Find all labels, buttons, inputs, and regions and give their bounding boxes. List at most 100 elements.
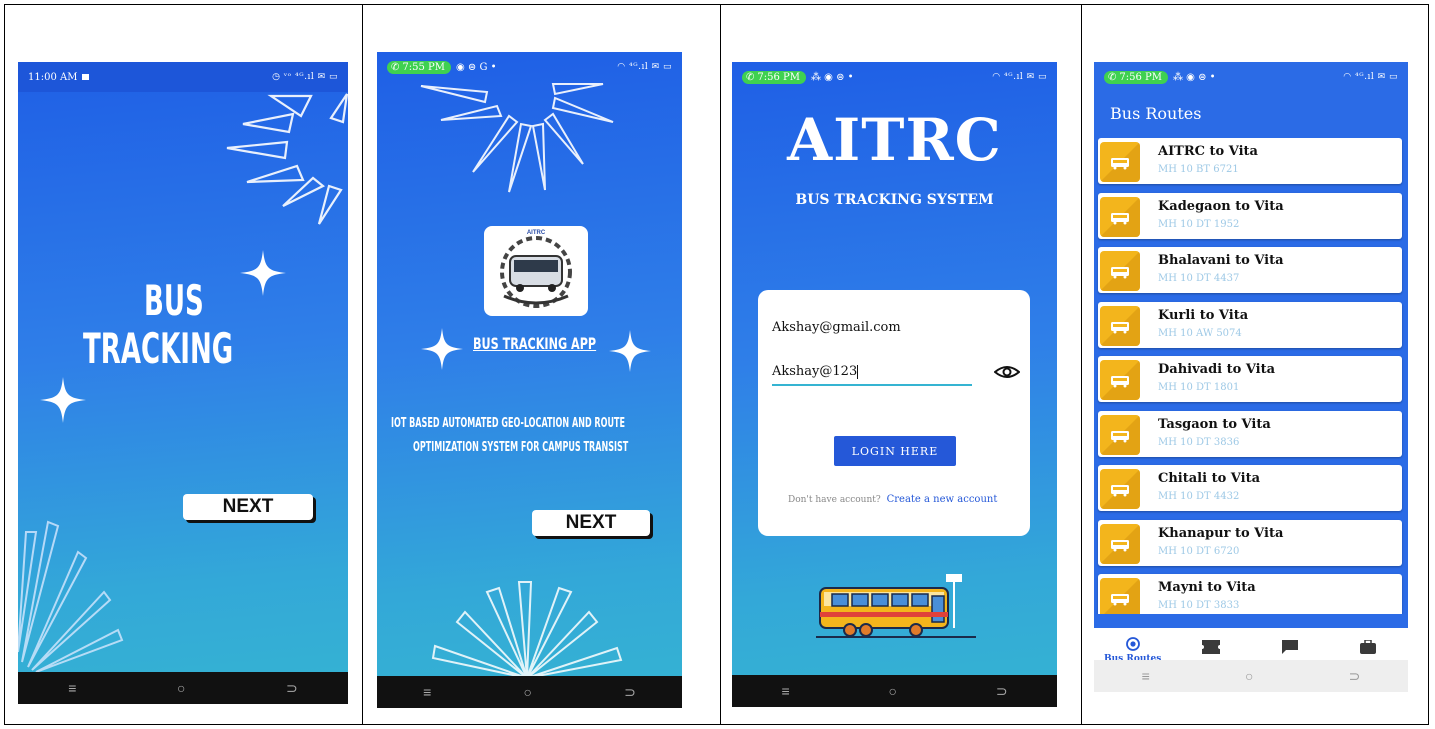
route-name: Kadegaon to Vita [1158, 198, 1284, 214]
status-icons: ◷ ᵛᵒ ⁴ᴳ.ıl ✉ ▭ [272, 72, 338, 82]
bus-icon [1100, 196, 1140, 237]
bus-icon [1100, 360, 1140, 400]
back-button[interactable]: ⊃ [624, 684, 636, 701]
status-icons: ◠ ⁴ᴳ.ıl ✉ ▭ [617, 62, 672, 72]
home-button[interactable]: ○ [1245, 668, 1253, 684]
password-value: Akshay@123 [772, 364, 858, 379]
route-card[interactable]: Bhalavani to Vita MH 10 DT 4437 [1098, 247, 1402, 293]
login-button[interactable]: LOGIN HERE [834, 436, 956, 466]
ticket-icon [1202, 640, 1220, 654]
sunburst-decoration [226, 93, 348, 225]
route-plate: MH 10 AW 5074 [1158, 327, 1242, 339]
splash-screen-1: 11:00 AM ◷ ᵛᵒ ⁴ᴳ.ıl ✉ ▭ BUS TRACKING NEX… [18, 62, 348, 704]
route-plate: MH 10 DT 3833 [1158, 600, 1240, 611]
no-account-text: Don't have account? Create a new account [788, 494, 997, 505]
routes-list: AITRC to Vita MH 10 BT 6721 Kadegaon to Vi… [1094, 138, 1408, 614]
app-title: BUS TRACKING APP [473, 334, 597, 353]
app-bar: Bus Routes [1094, 92, 1408, 134]
status-icons: ◠ ⁴ᴳ.ıl ✉ ▭ [1343, 72, 1398, 82]
route-card[interactable]: AITRC to Vita MH 10 BT 6721 [1098, 138, 1402, 184]
password-field[interactable]: Akshay@123 [772, 364, 972, 386]
route-name: Bhalavani to Vita [1158, 253, 1284, 268]
sunburst-decoration [420, 83, 614, 193]
email-field[interactable]: Akshay@gmail.com [772, 320, 901, 335]
bus-icon [1100, 142, 1140, 182]
text-cursor [857, 364, 859, 379]
route-card[interactable]: Chitali to Vita MH 10 DT 4432 [1098, 465, 1402, 511]
status-icons: ◠ ⁴ᴳ.ıl ✉ ▭ [992, 72, 1047, 82]
bus-icon [1100, 414, 1140, 455]
app-description-line2: OPTIMIZATION SYSTEM FOR CAMPUS TRANSIST [413, 440, 629, 455]
sparkle-icon [240, 250, 286, 296]
status-time: 7:56 PM [757, 71, 800, 83]
route-plate: MH 10 BT 6721 [1158, 164, 1239, 175]
status-time: 7:55 PM [402, 61, 445, 73]
bus-icon [1100, 305, 1140, 346]
home-button[interactable]: ○ [177, 680, 185, 696]
tab-messages[interactable] [1282, 640, 1298, 659]
status-bar: ✆ 7:56 PM ⁂ ◉ ⊜ • ◠ ⁴ᴳ.ıl ✉ ▭ [1094, 62, 1408, 92]
splash-screen-2: ✆ 7:55 PM ◉ ⊜ G • ◠ ⁴ᴳ.ıl ✉ ▭ AITRC BUS … [377, 52, 682, 708]
app-description-line1: IOT BASED AUTOMATED GEO-LOCATION AND ROU… [391, 416, 626, 431]
route-card[interactable]: Khanapur to Vita MH 10 DT 6720 [1098, 519, 1402, 566]
route-name: Dahivadi to Vita [1158, 362, 1276, 377]
route-name: Khanapur to Vita [1158, 525, 1284, 541]
home-button[interactable]: ○ [523, 684, 531, 700]
bus-routes-screen: ✆ 7:56 PM ⁂ ◉ ⊜ • ◠ ⁴ᴳ.ıl ✉ ▭ Bus Routes … [1094, 62, 1408, 692]
recents-button[interactable]: ≡ [1142, 668, 1150, 684]
app-name-title: AITRC [787, 106, 1002, 174]
route-card[interactable]: Tasgaon to Vita MH 10 DT 3836 [1098, 410, 1402, 457]
system-nav-bar: ≡ ○ ⊃ [1094, 660, 1408, 692]
call-indicator: ✆ 7:56 PM [742, 70, 806, 84]
route-plate: MH 10 DT 1952 [1158, 218, 1240, 230]
route-plate: MH 10 DT 4432 [1158, 491, 1240, 502]
system-nav-bar: ≡ ○ ⊃ [18, 672, 348, 704]
recents-button[interactable]: ≡ [781, 683, 789, 699]
eye-icon[interactable] [994, 364, 1020, 380]
chat-icon [1282, 640, 1298, 654]
recents-button[interactable]: ≡ [68, 680, 76, 696]
route-plate: MH 10 DT 4437 [1158, 273, 1240, 284]
sunburst-decoration [431, 581, 623, 679]
next-button[interactable]: NEXT [532, 510, 650, 536]
cell-divider [362, 4, 363, 725]
route-plate: MH 10 DT 3836 [1158, 436, 1240, 448]
briefcase-icon [1360, 639, 1376, 654]
route-card[interactable]: Mayni to Vita MH 10 DT 3833 [1098, 574, 1402, 614]
bus-logo-icon [500, 236, 572, 308]
route-name: AITRC to Vita [1158, 144, 1258, 159]
title-tracking: TRACKING [83, 324, 234, 373]
logo-text: AITRC [526, 230, 546, 236]
route-name: Mayni to Vita [1158, 580, 1256, 595]
route-card[interactable]: Dahivadi to Vita MH 10 DT 1801 [1098, 356, 1402, 402]
tab-tickets[interactable] [1202, 640, 1220, 659]
back-button[interactable]: ⊃ [996, 683, 1008, 700]
back-button[interactable]: ⊃ [1349, 668, 1361, 685]
cell-divider [720, 4, 721, 725]
bus-icon [1100, 469, 1140, 509]
next-button[interactable]: NEXT [183, 494, 313, 520]
sunburst-decoration [18, 520, 124, 672]
route-card[interactable]: Kurli to Vita MH 10 AW 5074 [1098, 301, 1402, 348]
location-icon [1125, 637, 1140, 651]
tab-profile[interactable] [1360, 639, 1376, 659]
system-nav-bar: ≡ ○ ⊃ [377, 676, 682, 708]
recents-button[interactable]: ≡ [423, 684, 431, 700]
back-button[interactable]: ⊃ [286, 680, 298, 697]
home-button[interactable]: ○ [888, 683, 896, 699]
route-card[interactable]: Kadegaon to Vita MH 10 DT 1952 [1098, 192, 1402, 239]
status-time: 11:00 AM [28, 71, 78, 83]
create-account-link[interactable]: Create a new account [887, 494, 998, 505]
route-name: Kurli to Vita [1158, 307, 1249, 323]
route-plate: MH 10 DT 6720 [1158, 545, 1240, 557]
no-account-label: Don't have account? [788, 495, 881, 505]
bus-icon [1100, 578, 1140, 614]
sparkle-icon [421, 328, 463, 370]
route-name: Chitali to Vita [1158, 471, 1260, 486]
bus-illustration-icon [816, 574, 976, 638]
app-logo: AITRC [484, 226, 588, 316]
cell-divider [1081, 4, 1082, 725]
status-bar: ✆ 7:56 PM ⁂ ◉ ⊜ • ◠ ⁴ᴳ.ıl ✉ ▭ [732, 62, 1057, 92]
route-name: Tasgaon to Vita [1158, 416, 1271, 432]
app-subtitle: BUS TRACKING SYSTEM [795, 192, 994, 208]
